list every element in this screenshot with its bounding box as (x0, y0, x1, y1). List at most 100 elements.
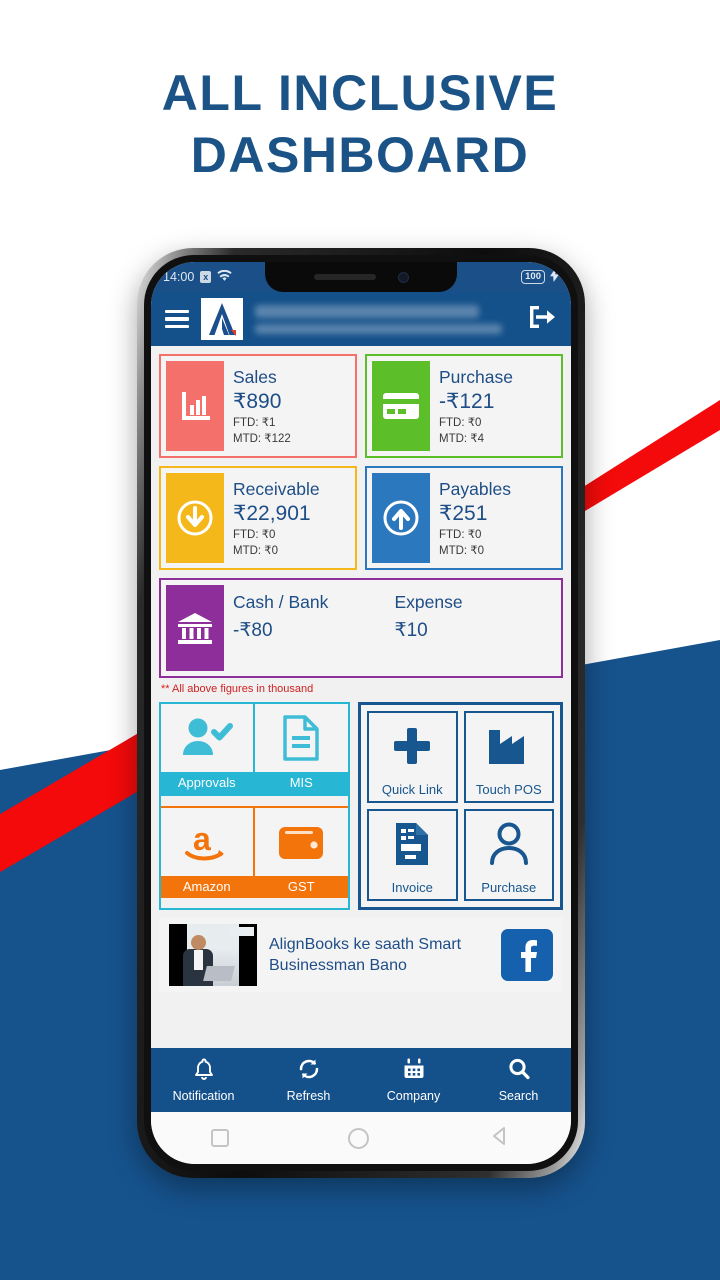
svg-text:a: a (193, 821, 211, 857)
poster-canvas: ALL INCLUSIVE DASHBOARD 14:00 x 100 Sale… (0, 0, 720, 1280)
poster-headline: ALL INCLUSIVE DASHBOARD (0, 62, 720, 186)
kpi-mtd: MTD: ₹122 (233, 432, 291, 445)
document-lines-icon (255, 704, 349, 772)
kpi-amount: -₹121 (439, 389, 495, 413)
kpi-card-cash-bank-expense[interactable]: Cash / Bank -₹80 Expense ₹10 (159, 578, 563, 678)
bottom-navigation-bar: Notification Refresh Company Search (151, 1048, 571, 1112)
app-title-block (255, 304, 515, 334)
headline-line-2: DASHBOARD (190, 127, 530, 183)
tile-purchase[interactable]: Purchase (463, 809, 554, 901)
kpi-ftd: FTD: ₹0 (233, 528, 276, 541)
phone-mockup: 14:00 x 100 Sales ₹890 FTD: ₹1 MTD: ₹122… (137, 248, 585, 1178)
kpi-row-2: Receivable ₹22,901 FTD: ₹0 MTD: ₹0 Payab… (159, 466, 563, 570)
kpi-mtd: MTD: ₹4 (439, 432, 485, 445)
kpi-title: Receivable (233, 478, 320, 499)
back-button[interactable] (489, 1125, 511, 1152)
hamburger-menu-icon[interactable] (165, 309, 189, 329)
logout-icon[interactable] (527, 303, 557, 336)
tile-label: Invoice (391, 880, 433, 895)
user-check-icon (161, 704, 253, 772)
kpi-amount: ₹890 (233, 389, 282, 413)
credit-card-icon (372, 361, 430, 451)
battery-level-badge: 100 (521, 270, 545, 284)
expense-amount: ₹10 (394, 620, 428, 641)
phone-notch (265, 262, 457, 292)
kpi-card-receivable-text: Receivable ₹22,901 FTD: ₹0 MTD: ₹0 (224, 473, 320, 563)
shortcut-tiles: Approvals MIS a Amazon GST Quick Link To… (159, 702, 563, 910)
tile-approvals[interactable]: Approvals (161, 704, 255, 796)
tile-invoice[interactable]: Invoice (367, 809, 458, 901)
kpi-ftd: FTD: ₹0 (439, 416, 482, 429)
kpi-card-payables[interactable]: Payables ₹251 FTD: ₹0 MTD: ₹0 (365, 466, 563, 570)
kpi-card-receivable[interactable]: Receivable ₹22,901 FTD: ₹0 MTD: ₹0 (159, 466, 357, 570)
financial-period-redacted (255, 323, 502, 334)
kpi-title: Payables (439, 478, 511, 499)
status-time: 14:00 (163, 270, 195, 284)
tile-label: Amazon (161, 876, 253, 898)
tile-mis[interactable]: MIS (254, 704, 349, 796)
home-button[interactable] (348, 1127, 370, 1149)
cash-expense-columns: Cash / Bank -₹80 Expense ₹10 (224, 585, 556, 671)
nav-item-company[interactable]: Company (361, 1057, 466, 1103)
kpi-amount: ₹22,901 (233, 501, 311, 525)
alignbooks-logo-icon (201, 298, 243, 340)
app-header (151, 292, 571, 346)
promo-banner[interactable]: AlignBooks ke saath Smart Businessman Ba… (159, 918, 563, 992)
nav-item-search[interactable]: Search (466, 1057, 571, 1103)
kpi-card-sales[interactable]: Sales ₹890 FTD: ₹1 MTD: ₹122 (159, 354, 357, 458)
kpi-card-purchase[interactable]: Purchase -₹121 FTD: ₹0 MTD: ₹4 (365, 354, 563, 458)
kpi-ftd: FTD: ₹1 (233, 416, 276, 429)
kpi-mtd: MTD: ₹0 (233, 544, 279, 557)
charging-bolt-icon (550, 269, 559, 285)
thumbnail-person-shirt (194, 950, 203, 970)
nav-label: Notification (172, 1089, 235, 1103)
phone-screen: 14:00 x 100 Sales ₹890 FTD: ₹1 MTD: ₹122… (151, 262, 571, 1164)
triangle-back-icon (489, 1126, 511, 1151)
status-bar-right: 100 (521, 269, 559, 285)
tile-amazon[interactable]: a Amazon (161, 806, 255, 898)
wallet-icon (255, 808, 349, 876)
kpi-amount: ₹251 (439, 501, 488, 525)
tile-quick-link[interactable]: Quick Link (367, 711, 458, 803)
calendar-icon (402, 1057, 426, 1086)
front-camera-icon (397, 271, 409, 283)
tile-group-right: Quick Link Touch POS Invoice Purchase (358, 702, 563, 910)
video-thumbnail[interactable] (169, 924, 257, 986)
square-icon (210, 1129, 229, 1147)
nav-item-notification[interactable]: Notification (151, 1057, 256, 1103)
kpi-row-1: Sales ₹890 FTD: ₹1 MTD: ₹122 Purchase -₹… (159, 354, 563, 458)
arrow-up-circle-icon (372, 473, 430, 563)
expense-title: Expense (394, 592, 463, 612)
status-bar-left: 14:00 x (163, 269, 232, 285)
search-icon (507, 1057, 531, 1086)
dashboard-content: Sales ₹890 FTD: ₹1 MTD: ₹122 Purchase -₹… (151, 346, 571, 1048)
nav-label: Refresh (286, 1089, 331, 1103)
circle-icon (348, 1127, 370, 1149)
android-navigation-bar (151, 1112, 571, 1164)
bell-icon (192, 1057, 216, 1086)
banner-text: AlignBooks ke saath Smart Businessman Ba… (269, 936, 462, 974)
thumbnail-laptop (203, 966, 235, 981)
phone-bezel: 14:00 x 100 Sales ₹890 FTD: ₹1 MTD: ₹122… (144, 255, 578, 1171)
tile-label: Approvals (161, 772, 253, 794)
tile-label: Quick Link (381, 782, 443, 797)
tile-gst[interactable]: GST (254, 806, 349, 898)
tile-touch-pos[interactable]: Touch POS (463, 711, 554, 803)
kpi-title: Sales (233, 366, 277, 387)
facebook-icon[interactable] (501, 929, 553, 981)
kpi-mtd: MTD: ₹0 (439, 544, 485, 557)
close-badge-icon: x (200, 271, 212, 283)
tile-label: MIS (254, 772, 348, 794)
kpi-ftd: FTD: ₹0 (439, 528, 482, 541)
kpi-card-sales-text: Sales ₹890 FTD: ₹1 MTD: ₹122 (224, 361, 291, 451)
tile-label: Touch POS (475, 782, 542, 797)
headline-line-1: ALL INCLUSIVE (161, 65, 559, 121)
cash-bank-title: Cash / Bank (233, 592, 329, 612)
nav-label: Company (386, 1089, 441, 1103)
kpi-card-purchase-text: Purchase -₹121 FTD: ₹0 MTD: ₹4 (430, 361, 513, 451)
nav-label: Search (498, 1089, 539, 1103)
recents-button[interactable] (210, 1129, 229, 1147)
nav-item-refresh[interactable]: Refresh (256, 1057, 361, 1103)
person-icon (466, 811, 553, 877)
arrow-down-circle-icon (166, 473, 224, 563)
